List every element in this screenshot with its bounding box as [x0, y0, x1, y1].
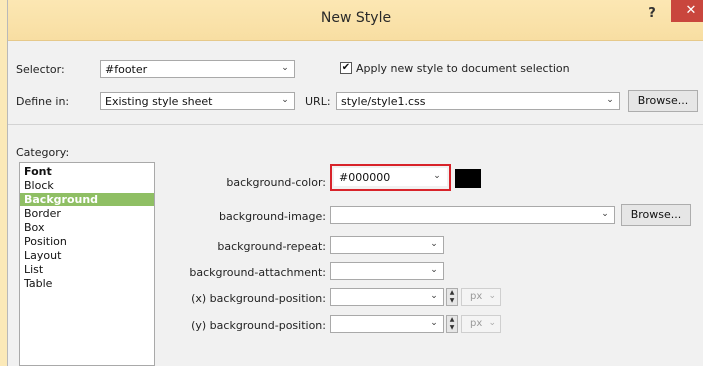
- chevron-down-icon: ⌄: [488, 318, 496, 328]
- category-item-table[interactable]: Table: [24, 277, 52, 290]
- chevron-down-icon: ⌄: [601, 209, 609, 219]
- selector-value: #footer: [105, 63, 148, 76]
- close-button[interactable]: ✕: [671, 0, 703, 22]
- category-item-border[interactable]: Border: [24, 207, 61, 220]
- help-button[interactable]: ?: [643, 6, 661, 24]
- bg-repeat-label: background-repeat:: [217, 240, 326, 253]
- define-in-value: Existing style sheet: [105, 95, 213, 108]
- url-value: style/style1.css: [341, 95, 426, 108]
- bg-image-label: background-image:: [219, 210, 326, 223]
- category-item-block[interactable]: Block: [24, 179, 54, 192]
- chevron-down-icon: ⌄: [430, 265, 438, 275]
- url-label: URL:: [305, 95, 331, 108]
- window-title: New Style: [320, 10, 392, 26]
- chevron-down-icon: ⌄: [281, 63, 289, 73]
- chevron-down-icon: ⌄: [606, 95, 614, 105]
- define-in-label: Define in:: [16, 95, 70, 108]
- selector-combo[interactable]: #footer ⌄: [100, 60, 295, 78]
- bg-attachment-label: background-attachment:: [189, 266, 326, 279]
- selector-label: Selector:: [16, 63, 65, 76]
- bg-pos-x-combo[interactable]: ⌄: [330, 288, 444, 306]
- chevron-down-icon: ⌄: [430, 318, 438, 328]
- category-item-list[interactable]: List: [24, 263, 43, 276]
- category-list[interactable]: Font Block Background Border Box Positio…: [19, 162, 155, 366]
- color-swatch[interactable]: [455, 169, 481, 188]
- bg-pos-y-unit-value: px: [470, 318, 483, 329]
- category-item-background[interactable]: Background: [20, 193, 154, 206]
- bg-color-label: background-color:: [226, 176, 326, 189]
- chevron-down-icon: ⌄: [430, 239, 438, 249]
- bg-pos-x-unit-value: px: [470, 291, 483, 302]
- chevron-down-icon: ⌄: [281, 95, 289, 105]
- chevron-down-icon: ⌄: [488, 291, 496, 301]
- browse-url-button[interactable]: Browse...: [628, 90, 698, 112]
- bg-attachment-combo[interactable]: ⌄: [330, 262, 444, 280]
- category-item-font[interactable]: Font: [24, 165, 52, 178]
- define-in-combo[interactable]: Existing style sheet ⌄: [100, 92, 295, 110]
- bg-repeat-combo[interactable]: ⌄: [330, 236, 444, 254]
- bg-image-combo[interactable]: ⌄: [330, 206, 615, 224]
- bg-pos-y-combo[interactable]: ⌄: [330, 315, 444, 333]
- category-label: Category:: [16, 146, 70, 159]
- bg-pos-x-spinner[interactable]: ▲ ▼: [446, 288, 458, 306]
- url-combo[interactable]: style/style1.css ⌄: [336, 92, 620, 110]
- chevron-down-icon: ⌄: [430, 291, 438, 301]
- bg-pos-y-spinner[interactable]: ▲ ▼: [446, 315, 458, 333]
- new-style-dialog: New Style ? ✕ Selector: #footer ⌄ ✔ Appl…: [7, 0, 703, 366]
- separator: [8, 124, 703, 125]
- category-item-position[interactable]: Position: [24, 235, 67, 248]
- category-item-layout[interactable]: Layout: [24, 249, 61, 262]
- browse-image-button[interactable]: Browse...: [621, 204, 691, 226]
- apply-checkbox[interactable]: ✔: [340, 62, 352, 74]
- title-bar: New Style ? ✕: [8, 0, 703, 41]
- bg-pos-y-unit[interactable]: px ⌄: [461, 315, 501, 333]
- bg-pos-x-unit[interactable]: px ⌄: [461, 288, 501, 306]
- category-item-box[interactable]: Box: [24, 221, 44, 234]
- bg-pos-y-label: (y) background-position:: [191, 319, 326, 332]
- bg-color-highlight: [330, 164, 451, 191]
- apply-label: Apply new style to document selection: [356, 62, 570, 75]
- bg-pos-x-label: (x) background-position:: [191, 292, 326, 305]
